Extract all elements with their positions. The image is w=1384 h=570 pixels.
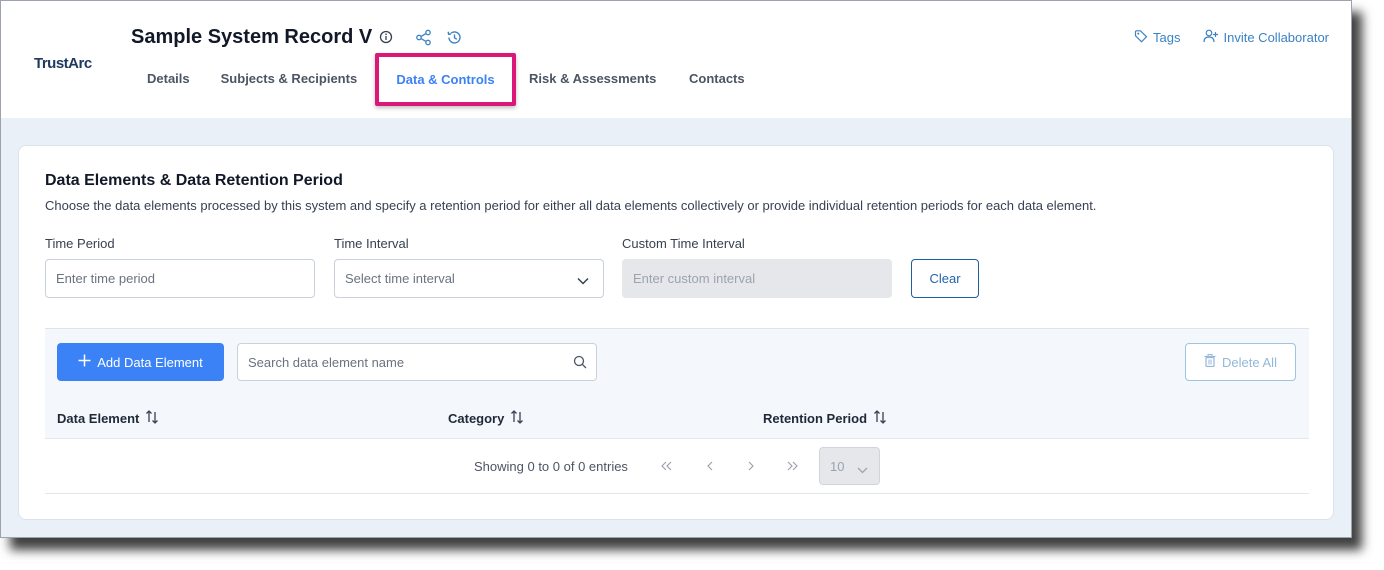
- pagination: Showing 0 to 0 of 0 entries 10: [45, 439, 1309, 494]
- next-page-icon[interactable]: [741, 457, 761, 475]
- time-interval-placeholder: Select time interval: [345, 271, 455, 286]
- tag-icon: [1134, 29, 1148, 46]
- column-label: Category: [448, 411, 505, 426]
- section-description: Choose the data elements processed by th…: [45, 198, 1097, 213]
- page-size-select[interactable]: 10: [819, 447, 880, 485]
- tab-contacts[interactable]: Contacts: [689, 71, 745, 86]
- column-header-data-element[interactable]: Data Element: [57, 410, 159, 427]
- sort-icon: [145, 410, 159, 427]
- invite-label: Invite Collaborator: [1223, 30, 1330, 45]
- chevron-down-icon: [857, 462, 868, 477]
- time-period-label: Time Period: [45, 236, 115, 251]
- table-toolbar: Add Data Element Search data element nam…: [45, 329, 1309, 395]
- history-icon[interactable]: [445, 28, 463, 46]
- sort-icon: [510, 410, 524, 427]
- page-title: Sample System Record V: [131, 26, 373, 48]
- add-user-icon: [1202, 29, 1219, 46]
- tab-highlight-box: Data & Controls: [375, 53, 516, 106]
- data-elements-table: Add Data Element Search data element nam…: [45, 328, 1309, 494]
- data-elements-card: Data Elements & Data Retention Period Ch…: [18, 145, 1334, 520]
- plus-icon: [78, 354, 91, 370]
- tab-subjects-recipients[interactable]: Subjects & Recipients: [221, 71, 358, 86]
- tags-label: Tags: [1153, 30, 1181, 45]
- custom-interval-label: Custom Time Interval: [622, 236, 745, 251]
- time-interval-select[interactable]: Select time interval: [334, 259, 604, 298]
- first-page-icon[interactable]: [657, 457, 677, 475]
- page-size-value: 10: [830, 458, 845, 474]
- record-header: TrustArc Sample System Record V Tags Inv…: [1, 1, 1351, 118]
- column-label: Retention Period: [763, 411, 868, 426]
- header-actions: Tags Invite Collaborator: [1134, 29, 1329, 46]
- tab-details[interactable]: Details: [147, 71, 190, 86]
- custom-interval-placeholder: Enter custom interval: [633, 271, 756, 286]
- add-data-element-button[interactable]: Add Data Element: [57, 343, 224, 381]
- share-icon[interactable]: [414, 28, 432, 46]
- sort-icon: [873, 410, 887, 427]
- invite-collaborator-link[interactable]: Invite Collaborator: [1202, 29, 1330, 46]
- add-data-element-label: Add Data Element: [97, 354, 203, 370]
- trustarc-logo: TrustArc: [34, 55, 92, 72]
- info-icon[interactable]: [377, 28, 395, 46]
- tags-link[interactable]: Tags: [1134, 29, 1181, 46]
- chevron-down-icon: [577, 273, 589, 288]
- tab-data-controls[interactable]: Data & Controls: [396, 72, 494, 87]
- time-period-placeholder: Enter time period: [56, 271, 155, 286]
- column-header-category[interactable]: Category: [448, 410, 524, 427]
- search-input[interactable]: Search data element name: [237, 343, 597, 381]
- delete-all-button: Delete All: [1185, 343, 1296, 381]
- column-label: Data Element: [57, 411, 140, 426]
- previous-page-icon[interactable]: [700, 457, 720, 475]
- record-tabs: Details Subjects & Recipients: [147, 71, 357, 86]
- last-page-icon[interactable]: [782, 457, 802, 475]
- time-interval-label: Time Interval: [334, 236, 409, 251]
- section-title: Data Elements & Data Retention Period: [45, 172, 343, 189]
- table-header: Data Element Category Retention Period: [45, 395, 1309, 439]
- clear-button[interactable]: Clear: [911, 259, 979, 298]
- search-icon: [573, 355, 587, 372]
- tab-risk-assessments[interactable]: Risk & Assessments: [529, 71, 656, 86]
- time-period-input[interactable]: Enter time period: [45, 259, 315, 298]
- custom-interval-input: Enter custom interval: [622, 259, 892, 298]
- delete-all-label: Delete All: [1222, 354, 1277, 370]
- pagination-summary: Showing 0 to 0 of 0 entries: [474, 459, 628, 474]
- app-window: TrustArc Sample System Record V Tags Inv…: [0, 0, 1352, 538]
- column-header-retention-period[interactable]: Retention Period: [763, 410, 887, 427]
- search-placeholder: Search data element name: [248, 354, 405, 370]
- trash-icon: [1204, 354, 1216, 370]
